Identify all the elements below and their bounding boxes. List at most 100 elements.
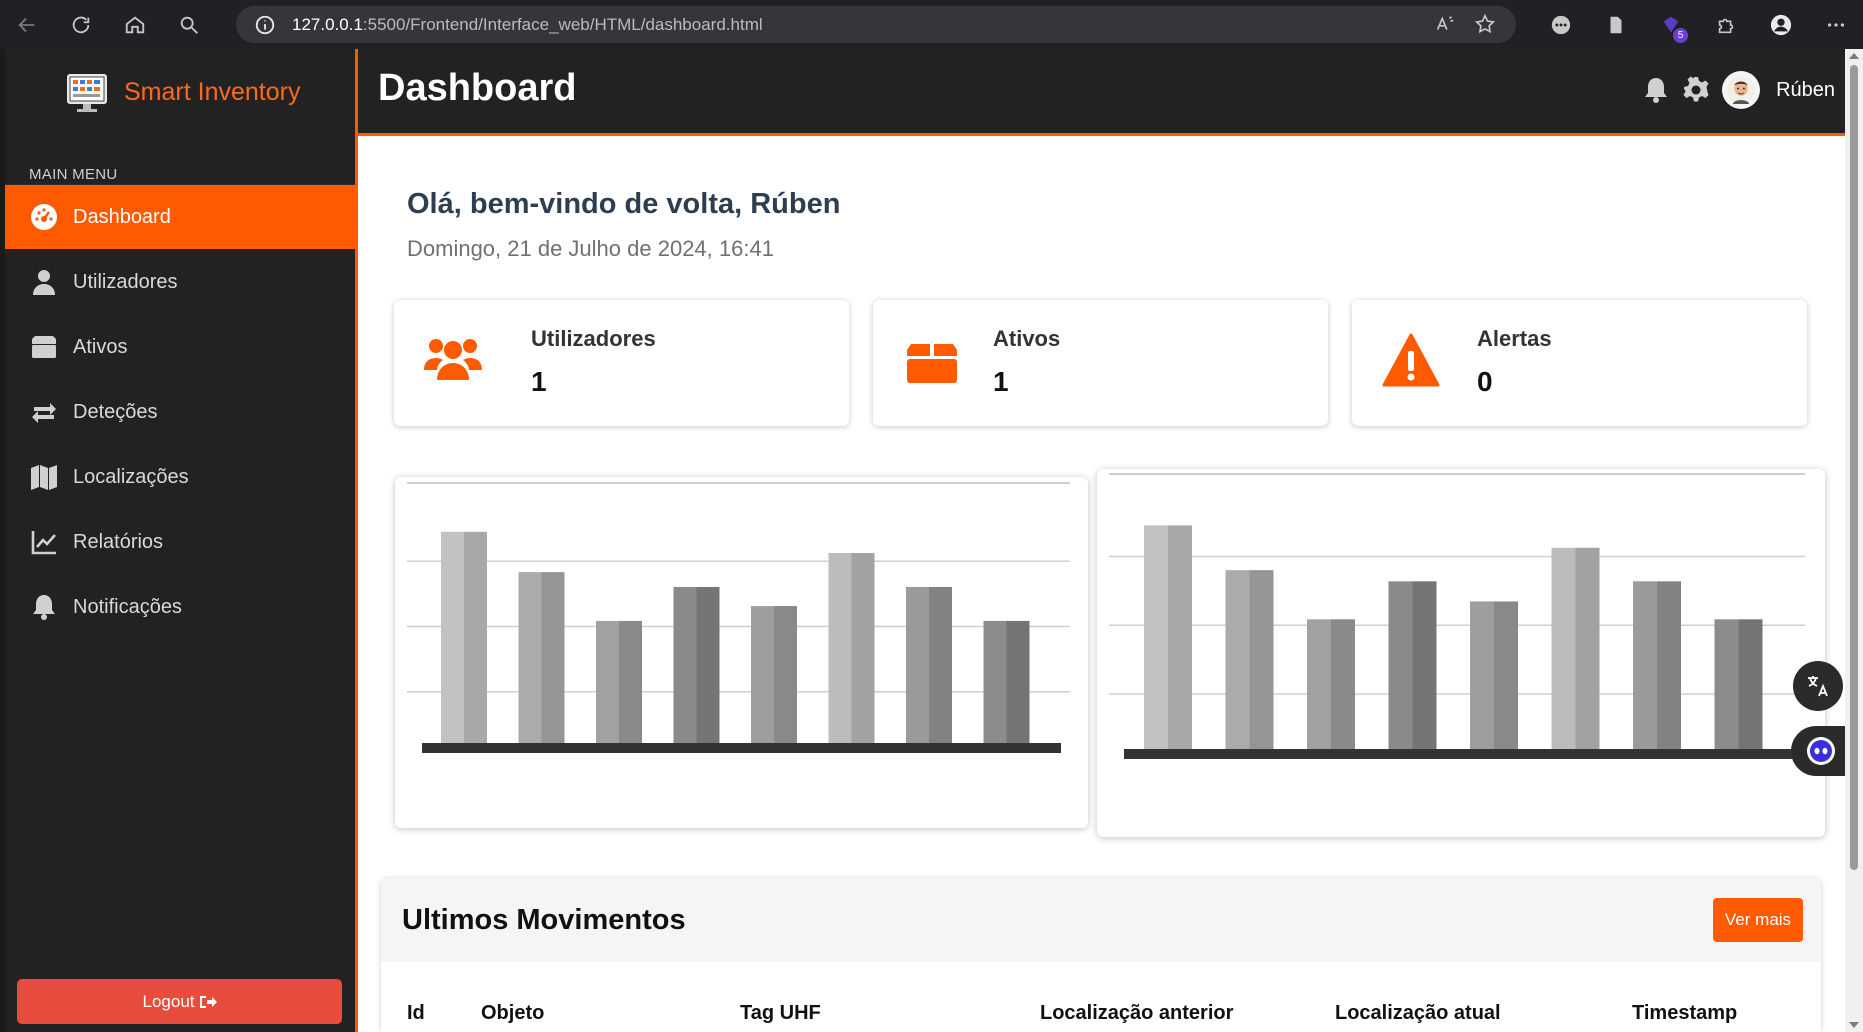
- box-icon: [899, 328, 965, 394]
- sidebar-item-label: Localizações: [73, 465, 189, 488]
- top-bar: Dashboard Rúben: [355, 49, 1845, 136]
- bar-chart-card-left: [395, 477, 1088, 828]
- read-aloud-icon[interactable]: [1434, 13, 1456, 35]
- column-header-id[interactable]: Id: [407, 1002, 425, 1025]
- user-area: Rúben: [1642, 71, 1835, 109]
- chart-bar: [1388, 581, 1437, 749]
- menu-section-label: MAIN MENU: [29, 166, 118, 183]
- chart-bar: [1470, 601, 1518, 749]
- url-host: 127.0.0.1: [292, 14, 363, 34]
- sidebar-item-detecoes[interactable]: Deteções: [5, 380, 355, 444]
- chart-x-axis: [422, 743, 1061, 753]
- chart-bar: [1225, 570, 1274, 749]
- chart-bar: [906, 586, 952, 744]
- chart-bar: [518, 572, 565, 744]
- sidebar-edge: [0, 49, 5, 1032]
- sidebar-item-localizacoes[interactable]: Localizações: [5, 445, 355, 509]
- url-path: :5500/Frontend/Interface_web/HTML/dashbo…: [362, 14, 763, 34]
- stat-card-alertas[interactable]: Alertas 0: [1352, 300, 1807, 426]
- scroll-thumb[interactable]: [1850, 65, 1858, 870]
- stat-value: 0: [1477, 366, 1493, 397]
- more-tools-icon[interactable]: [1533, 0, 1588, 49]
- stat-label: Utilizadores: [531, 326, 656, 351]
- brand[interactable]: Smart Inventory: [64, 69, 300, 115]
- user-icon: [29, 267, 59, 297]
- chart-bar: [1714, 619, 1763, 749]
- line-chart-icon: [29, 527, 59, 557]
- sidebar-item-label: Ativos: [73, 335, 128, 358]
- sidebar-item-label: Relatórios: [73, 530, 164, 553]
- content-accent-border: [355, 136, 358, 1032]
- gauge-icon: [29, 202, 59, 232]
- column-header-tag-uhf[interactable]: Tag UHF: [740, 1002, 821, 1025]
- address-bar[interactable]: 127.0.0.1:5500/Frontend/Interface_web/HT…: [236, 6, 1516, 43]
- home-icon[interactable]: [108, 0, 162, 49]
- scroll-down-arrow-icon[interactable]: [1849, 1022, 1859, 1028]
- inventory-logo-icon: [67, 74, 107, 112]
- extensions-puzzle-icon[interactable]: [1698, 0, 1753, 49]
- settings-gear-icon[interactable]: [1682, 76, 1710, 104]
- sidebar-item-utilizadores[interactable]: Utilizadores: [5, 250, 355, 314]
- chart-bar: [983, 620, 1030, 744]
- notifications-bell-icon[interactable]: [1642, 76, 1670, 104]
- star-icon[interactable]: [1474, 13, 1496, 35]
- current-datetime: Domingo, 21 de Julho de 2024, 16:41: [407, 236, 774, 261]
- stat-label: Alertas: [1477, 326, 1552, 351]
- column-header-current-location[interactable]: Localização atual: [1335, 1002, 1501, 1025]
- see-more-button[interactable]: Ver mais: [1713, 898, 1803, 942]
- sidebar-item-label: Notificações: [73, 595, 182, 618]
- scroll-up-arrow-icon[interactable]: [1849, 53, 1859, 59]
- sidebar-item-label: Dashboard: [73, 205, 171, 228]
- logout-label: Logout: [142, 991, 195, 1011]
- user-name[interactable]: Rúben: [1776, 79, 1835, 102]
- extension-gem-icon[interactable]: 5: [1643, 0, 1698, 49]
- sidebar-item-label: Utilizadores: [73, 270, 178, 293]
- sidebar-item-dashboard[interactable]: Dashboard: [5, 185, 355, 249]
- sidebar: Smart Inventory MAIN MENU Dashboard Util…: [0, 49, 355, 1032]
- chart-bar: [596, 620, 642, 744]
- sidebar-item-ativos[interactable]: Ativos: [5, 315, 355, 379]
- sidebar-item-relatorios[interactable]: Relatórios: [5, 510, 355, 574]
- stat-card-utilizadores[interactable]: Utilizadores 1: [394, 300, 849, 426]
- bar-chart-left: [407, 482, 1070, 753]
- profile-icon[interactable]: [1753, 0, 1808, 49]
- bell-icon: [29, 592, 59, 622]
- stat-label: Ativos: [993, 326, 1061, 351]
- chart-bar: [441, 531, 487, 744]
- users-icon: [420, 328, 486, 394]
- search-icon[interactable]: [162, 0, 216, 49]
- bar-chart-right: [1109, 473, 1805, 759]
- chart-bar: [751, 606, 797, 744]
- column-header-objeto[interactable]: Objeto: [481, 1002, 544, 1025]
- chart-bar: [673, 586, 720, 744]
- refresh-icon[interactable]: [54, 0, 108, 49]
- logout-button[interactable]: Logout: [17, 979, 342, 1024]
- movements-title: Ultimos Movimentos: [402, 904, 686, 936]
- back-icon[interactable]: [0, 0, 54, 49]
- column-header-previous-location[interactable]: Localização anterior: [1040, 1002, 1233, 1025]
- chart-bar: [828, 553, 875, 744]
- assistant-bot-icon: [1807, 737, 1835, 765]
- page-title: Dashboard: [378, 67, 577, 109]
- chart-x-axis: [1124, 749, 1797, 759]
- page-scrollbar[interactable]: [1845, 49, 1863, 1032]
- info-icon[interactable]: [254, 14, 276, 36]
- bar-chart-card-right: [1097, 469, 1825, 837]
- stat-value: 1: [531, 366, 547, 397]
- movements-table: Id Objeto Tag UHF Localização anterior L…: [381, 962, 1821, 1032]
- avatar[interactable]: [1722, 71, 1761, 109]
- chart-bar: [1633, 581, 1681, 749]
- translate-icon: [1808, 676, 1828, 697]
- chart-bar: [1307, 619, 1355, 749]
- sidebar-item-notificacoes[interactable]: Notificações: [5, 575, 355, 639]
- stat-card-ativos[interactable]: Ativos 1: [873, 300, 1328, 426]
- browser-menu-icon[interactable]: [1808, 0, 1863, 49]
- chart-bar: [1551, 547, 1600, 749]
- column-header-timestamp[interactable]: Timestamp: [1632, 1002, 1737, 1025]
- map-icon: [29, 462, 59, 492]
- sidebar-item-label: Deteções: [73, 400, 158, 423]
- translate-button[interactable]: [1793, 661, 1843, 711]
- browser-extensions: 5: [1533, 0, 1863, 49]
- document-icon[interactable]: [1588, 0, 1643, 49]
- chart-bar: [1144, 525, 1192, 749]
